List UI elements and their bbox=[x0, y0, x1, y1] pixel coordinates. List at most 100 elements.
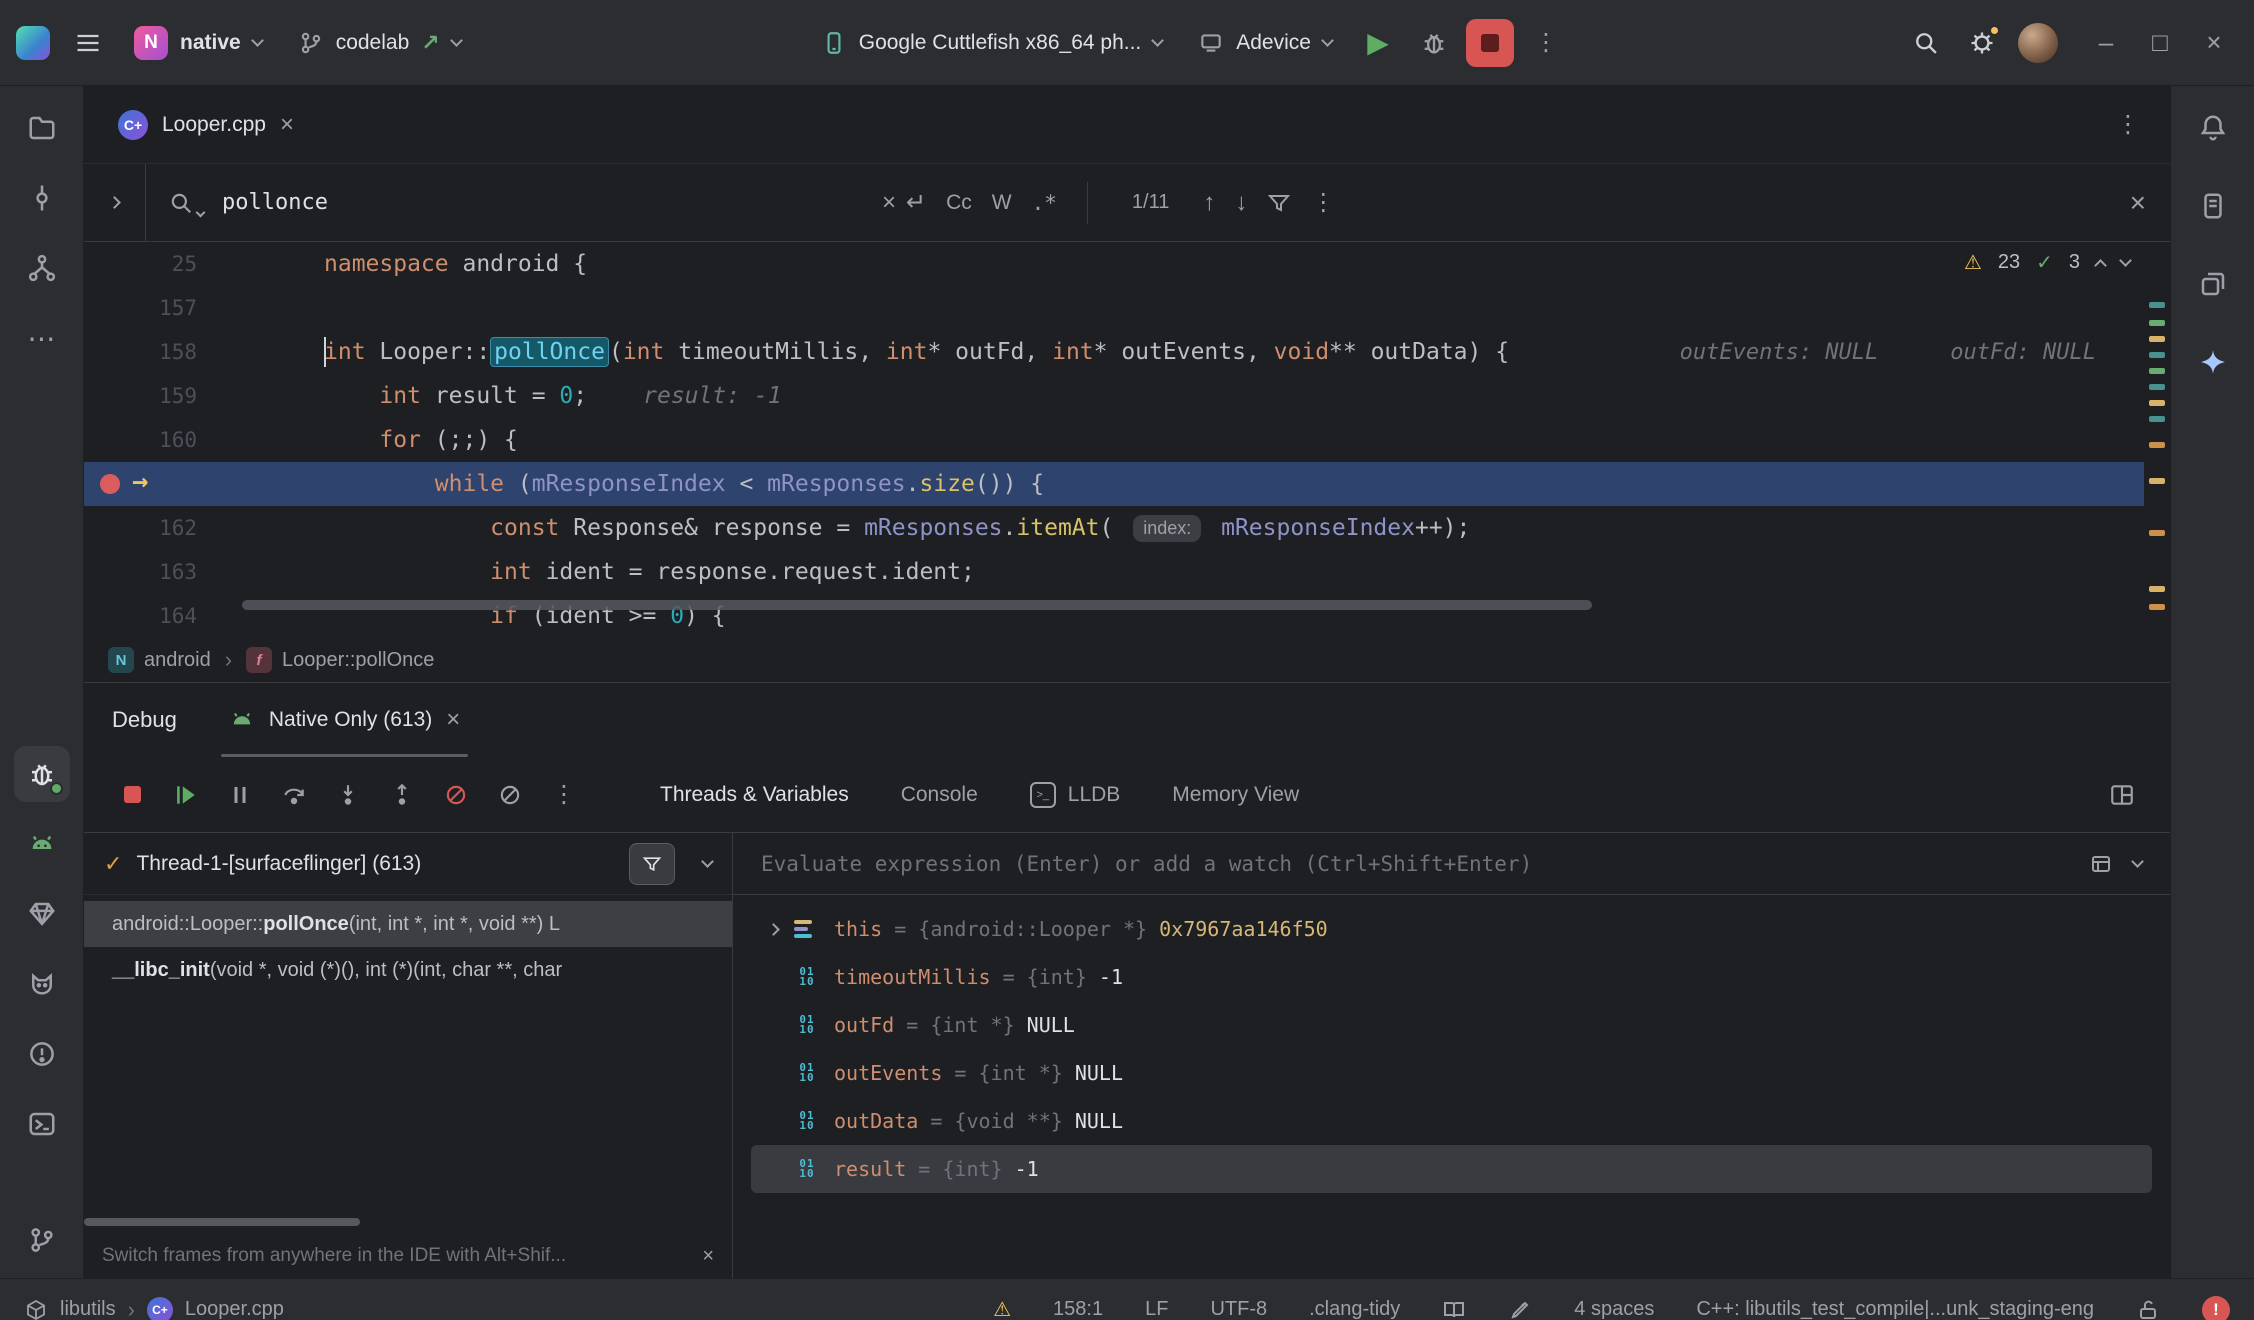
stop-debug-button[interactable] bbox=[110, 773, 154, 817]
debug-session-tab[interactable]: Native Only (613) × bbox=[221, 683, 468, 757]
stripe-mark[interactable] bbox=[2149, 586, 2165, 592]
lock-button[interactable] bbox=[2136, 1298, 2160, 1320]
thread-selector[interactable]: ✓ Thread-1-[surfaceflinger] (613) bbox=[84, 833, 732, 895]
tab-memory-view[interactable]: Memory View bbox=[1172, 783, 1299, 807]
hamburger-menu-button[interactable] bbox=[64, 19, 112, 67]
step-out-button[interactable] bbox=[380, 773, 424, 817]
sidebar-item-commit[interactable] bbox=[14, 170, 70, 226]
step-into-button[interactable] bbox=[326, 773, 370, 817]
chevron-down-icon[interactable] bbox=[701, 855, 714, 868]
sidebar-item-app-quality-insights[interactable] bbox=[14, 886, 70, 942]
file-encoding[interactable]: UTF-8 bbox=[1210, 1298, 1267, 1320]
settings-button[interactable] bbox=[1958, 19, 2006, 67]
search-options-button[interactable]: ⋮ bbox=[1301, 184, 1345, 221]
step-over-button[interactable] bbox=[272, 773, 316, 817]
stripe-mark[interactable] bbox=[2149, 530, 2165, 536]
match-case-toggle[interactable]: Cc bbox=[936, 185, 982, 221]
stack-frame[interactable]: __libc_init(void *, void (*)(), int (*)(… bbox=[84, 947, 732, 993]
indent-config[interactable]: 4 spaces bbox=[1574, 1298, 1654, 1320]
gutter[interactable]: 25 bbox=[84, 242, 239, 286]
inspections-widget[interactable]: ⚠ 23 ✓ 3 bbox=[1964, 250, 2130, 275]
code-editor[interactable]: 25namespace android {157158int Looper::p… bbox=[84, 242, 2170, 638]
sidebar-item-device-explorer[interactable] bbox=[2185, 178, 2241, 234]
regex-toggle[interactable]: .* bbox=[1022, 185, 1067, 221]
pause-button[interactable] bbox=[218, 773, 262, 817]
debug-button[interactable] bbox=[1410, 19, 1458, 67]
variable-row-outFd[interactable]: 0110outFd = {int *} NULL bbox=[751, 1001, 2152, 1049]
disable-tracking-button[interactable] bbox=[488, 773, 532, 817]
cpp-toolchain[interactable]: C++: libutils_test_compile|...unk_stagin… bbox=[1696, 1298, 2094, 1320]
tab-lldb[interactable]: >_LLDB bbox=[1030, 782, 1121, 808]
horizontal-scrollbar[interactable] bbox=[242, 600, 1592, 610]
stop-button[interactable] bbox=[1466, 19, 1514, 67]
device-selector[interactable]: Google Cuttlefish x86_64 ph... bbox=[807, 22, 1177, 64]
close-window-button[interactable]: × bbox=[2190, 19, 2238, 67]
stripe-mark[interactable] bbox=[2149, 384, 2165, 390]
dismiss-hint-button[interactable]: × bbox=[702, 1246, 714, 1266]
newline-button[interactable]: ↵ bbox=[896, 182, 936, 223]
expand-replace-button[interactable] bbox=[84, 164, 146, 241]
chevron-up-icon[interactable] bbox=[2094, 259, 2107, 272]
sidebar-item-resource-manager[interactable] bbox=[2185, 256, 2241, 312]
add-watch-icon[interactable] bbox=[2089, 852, 2113, 876]
line-separator[interactable]: LF bbox=[1145, 1298, 1168, 1320]
breadcrumb-function[interactable]: f Looper::pollOnce bbox=[246, 647, 434, 673]
stripe-mark[interactable] bbox=[2149, 400, 2165, 406]
sidebar-item-more[interactable]: ⋯ bbox=[14, 310, 70, 366]
clear-search-button[interactable]: × bbox=[882, 191, 896, 215]
code-line-159[interactable]: 159 int result = 0;result: -1 bbox=[84, 374, 2170, 418]
code-line-25[interactable]: 25namespace android { bbox=[84, 242, 2170, 286]
warning-icon[interactable]: ⚠ bbox=[993, 1297, 1011, 1320]
user-avatar[interactable] bbox=[2014, 19, 2062, 67]
statusbar-file[interactable]: Looper.cpp bbox=[185, 1298, 284, 1320]
variable-row-result[interactable]: 0110result = {int} -1 bbox=[751, 1145, 2152, 1193]
sidebar-item-structure[interactable] bbox=[14, 240, 70, 296]
sidebar-item-terminal[interactable] bbox=[14, 1096, 70, 1152]
expand-chevron-icon[interactable] bbox=[767, 923, 780, 936]
chevron-down-icon[interactable] bbox=[2119, 254, 2132, 267]
code-line-163[interactable]: 163 int ident = response.request.ident; bbox=[84, 550, 2170, 594]
next-match-button[interactable]: ↓ bbox=[1225, 185, 1257, 221]
find-search-icon-group[interactable] bbox=[168, 190, 204, 216]
sidebar-item-gemini[interactable] bbox=[2185, 334, 2241, 390]
sidebar-item-debug[interactable] bbox=[14, 746, 70, 802]
variable-row-outEvents[interactable]: 0110outEvents = {int *} NULL bbox=[751, 1049, 2152, 1097]
gutter[interactable]: 157 bbox=[84, 286, 239, 330]
reader-mode-button[interactable] bbox=[1442, 1298, 1466, 1320]
resume-button[interactable] bbox=[164, 773, 208, 817]
statusbar-module[interactable]: libutils bbox=[60, 1298, 116, 1320]
close-find-bar-button[interactable]: × bbox=[2130, 189, 2146, 217]
stack-frame[interactable]: android::Looper::pollOnce(int, int *, in… bbox=[84, 901, 732, 947]
highlighting-level-button[interactable] bbox=[1508, 1298, 1532, 1320]
evaluate-input[interactable] bbox=[761, 852, 2069, 876]
stripe-mark[interactable] bbox=[2149, 478, 2165, 484]
sidebar-item-problems[interactable] bbox=[14, 1026, 70, 1082]
stripe-mark[interactable] bbox=[2149, 416, 2165, 422]
sidebar-item-logcat[interactable] bbox=[14, 956, 70, 1012]
previous-match-button[interactable]: ↑ bbox=[1193, 185, 1225, 221]
whole-words-toggle[interactable]: W bbox=[982, 185, 1022, 221]
stripe-mark[interactable] bbox=[2149, 442, 2165, 448]
debug-more-button[interactable]: ⋮ bbox=[542, 773, 586, 817]
sidebar-item-project[interactable] bbox=[14, 100, 70, 156]
maximize-button[interactable]: □ bbox=[2136, 19, 2184, 67]
code-line-157[interactable]: 157 bbox=[84, 286, 2170, 330]
toolbar-more-button[interactable]: ⋮ bbox=[1522, 19, 1570, 67]
sidebar-item-running-devices[interactable] bbox=[14, 816, 70, 872]
gutter[interactable]: 159 bbox=[84, 374, 239, 418]
stripe-mark[interactable] bbox=[2149, 604, 2165, 610]
editor-tab-looper-cpp[interactable]: C+ Looper.cpp × bbox=[102, 86, 310, 163]
gutter[interactable]: 162 bbox=[84, 506, 239, 550]
error-stripe[interactable] bbox=[2144, 242, 2170, 638]
variable-row-timeoutMillis[interactable]: 0110timeoutMillis = {int} -1 bbox=[751, 953, 2152, 1001]
variable-row-this[interactable]: this = {android::Looper *} 0x7967aa146f5… bbox=[751, 905, 2152, 953]
gutter[interactable]: 163 bbox=[84, 550, 239, 594]
sidebar-item-notifications[interactable] bbox=[2185, 100, 2241, 156]
code-line-162[interactable]: 162 const Response& response = mResponse… bbox=[84, 506, 2170, 550]
caret-position[interactable]: 158:1 bbox=[1053, 1298, 1103, 1320]
gutter[interactable]: 158 bbox=[84, 330, 239, 374]
sidebar-item-version-control[interactable] bbox=[14, 1212, 70, 1268]
find-input[interactable] bbox=[222, 190, 882, 215]
stripe-mark[interactable] bbox=[2149, 320, 2165, 326]
gutter[interactable]: → bbox=[84, 462, 239, 506]
